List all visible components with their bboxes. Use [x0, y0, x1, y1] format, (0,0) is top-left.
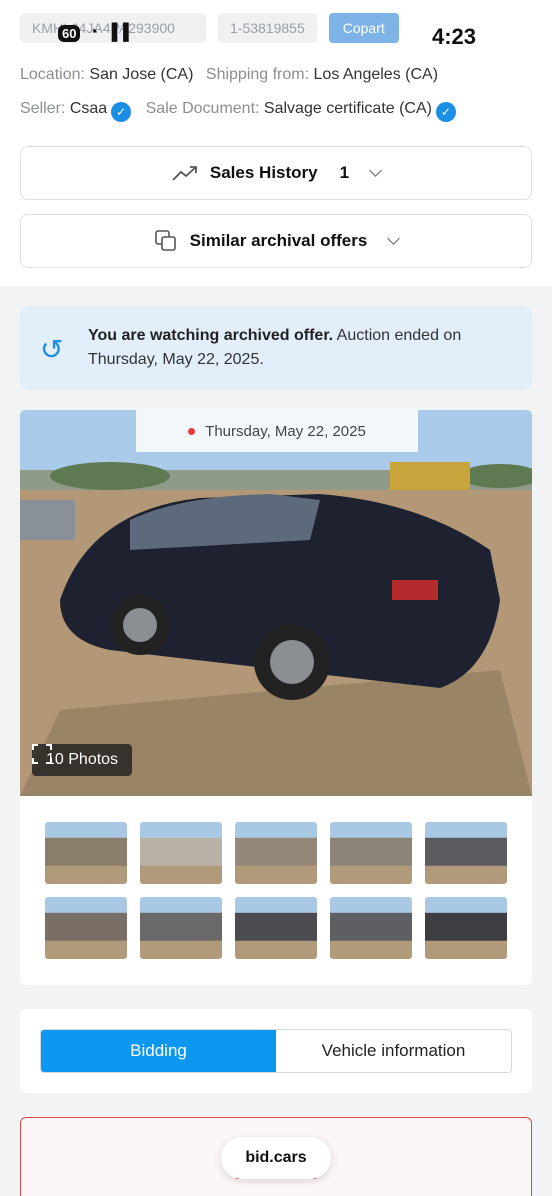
- thumbnail[interactable]: [45, 822, 127, 884]
- sale-document-label: Sale Document:: [145, 100, 260, 117]
- shipping-value: Los Angeles (CA): [313, 66, 439, 83]
- main-photo[interactable]: Thursday, May 22, 2025 10 Photos: [20, 410, 532, 796]
- status-time: 4:23: [431, 24, 476, 49]
- trend-up-icon: [172, 166, 197, 181]
- sale-document-value: Salvage certificate (CA): [263, 100, 432, 117]
- vin-chip[interactable]: KMHL64JA4PA293900: [20, 13, 206, 43]
- thumbnail[interactable]: [140, 822, 222, 884]
- status-dot-icon: [188, 427, 196, 435]
- lot-number-chip[interactable]: 1-53819855: [218, 13, 317, 43]
- chevron-down-icon: [369, 164, 382, 177]
- lot-details: Location: San Jose (CA) Shipping from: L…: [20, 58, 532, 126]
- thumbnail[interactable]: [235, 897, 317, 959]
- fullscreen-icon: [32, 744, 52, 764]
- similar-offers-label: Similar archival offers: [189, 231, 368, 250]
- info-tabs: Bidding Vehicle information: [40, 1029, 512, 1073]
- verified-check-icon: ✓: [435, 102, 456, 122]
- sales-history-label: Sales History: [209, 163, 318, 182]
- shipping-label: Shipping from:: [205, 66, 310, 83]
- thumbnail[interactable]: [425, 897, 507, 959]
- chevron-down-icon: [387, 232, 401, 245]
- thumbnail[interactable]: [330, 897, 412, 959]
- thumbnail[interactable]: [140, 897, 222, 959]
- photo-date: Thursday, May 22, 2025: [205, 422, 366, 440]
- sales-history-count: 1: [339, 163, 350, 182]
- location-value: San Jose (CA): [89, 66, 194, 83]
- archived-notice: ↺ You are watching archived offer. Aucti…: [20, 306, 532, 390]
- archived-notice-title: You are watching archived offer.: [88, 327, 334, 344]
- similar-offers-toggle[interactable]: Similar archival offers: [20, 214, 532, 268]
- copy-icon: [154, 230, 176, 251]
- tab-vehicle-information[interactable]: Vehicle information: [276, 1030, 511, 1072]
- photos-count-label: 10 Photos: [46, 751, 119, 768]
- location-label: Location:: [20, 66, 85, 83]
- verified-check-icon: ✓: [111, 102, 132, 122]
- info-tabs-panel: Bidding Vehicle information: [20, 1009, 532, 1093]
- thumbnail[interactable]: [235, 822, 317, 884]
- tab-bidding[interactable]: Bidding: [41, 1030, 276, 1072]
- photo-gallery: Thursday, May 22, 2025 10 Photos: [20, 410, 532, 985]
- lot-header: KMHL64JA4PA293900 1-53819855 Copart 60 ◔…: [0, 0, 552, 286]
- seller-value: Csaa: [69, 100, 108, 117]
- photo-date-pill: Thursday, May 22, 2025: [136, 410, 418, 452]
- seller-label: Seller:: [20, 100, 66, 117]
- thumbnail[interactable]: [45, 897, 127, 959]
- site-url-pill[interactable]: bid.cars: [221, 1137, 331, 1179]
- car-photo-image: [20, 410, 532, 796]
- photos-count-button[interactable]: 10 Photos: [32, 744, 133, 776]
- thumbnail[interactable]: [425, 822, 507, 884]
- thumbnail[interactable]: [330, 822, 412, 884]
- sales-history-toggle[interactable]: Sales History 1: [20, 146, 532, 200]
- auction-house-chip[interactable]: Copart: [328, 13, 399, 43]
- history-icon: ↺: [40, 334, 64, 365]
- thumbnail-grid: [20, 796, 532, 985]
